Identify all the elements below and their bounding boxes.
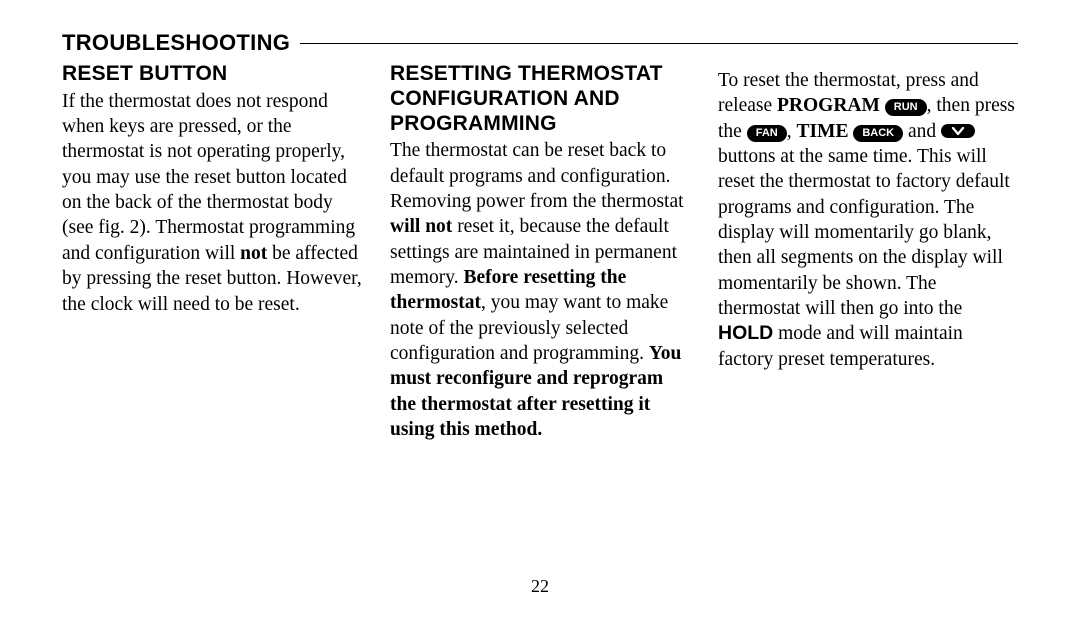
manual-page: TROUBLESHOOTING RESET BUTTON If the ther…	[0, 0, 1080, 631]
emphasis-will-not: will not	[390, 216, 452, 237]
label-program: PROGRAM	[777, 95, 880, 116]
emphasis-not: not	[240, 243, 267, 264]
text: ,	[787, 121, 797, 142]
column-1: RESET BUTTON If the thermostat does not …	[62, 58, 362, 317]
reset-button-heading: RESET BUTTON	[62, 62, 362, 87]
back-button-icon: BACK	[853, 125, 903, 142]
text: The thermostat can be reset back to defa…	[390, 140, 684, 212]
reset-procedure-paragraph: To reset the thermostat, press and relea…	[718, 68, 1018, 372]
column-layout: RESET BUTTON If the thermostat does not …	[62, 58, 1018, 442]
section-rule	[300, 43, 1018, 44]
section-header: TROUBLESHOOTING	[62, 30, 1018, 56]
resetting-config-heading: RESETTING THERMOSTAT CONFIGURATION AND P…	[390, 62, 690, 136]
text: and	[903, 121, 941, 142]
text: If the thermostat does not respond when …	[62, 91, 355, 264]
column-2: RESETTING THERMOSTAT CONFIGURATION AND P…	[390, 58, 690, 442]
resetting-config-paragraph: The thermostat can be reset back to defa…	[390, 138, 690, 442]
reset-button-paragraph: If the thermostat does not respond when …	[62, 89, 362, 317]
page-number: 22	[0, 576, 1080, 597]
label-time: TIME	[796, 121, 848, 142]
section-title: TROUBLESHOOTING	[62, 30, 290, 56]
fan-button-icon: FAN	[747, 125, 787, 142]
text: buttons at the same time. This will rese…	[718, 146, 1010, 319]
run-button-icon: RUN	[885, 99, 927, 116]
label-hold: HOLD	[718, 322, 773, 344]
column-3: To reset the thermostat, press and relea…	[718, 68, 1018, 372]
down-arrow-button-icon	[941, 124, 975, 138]
